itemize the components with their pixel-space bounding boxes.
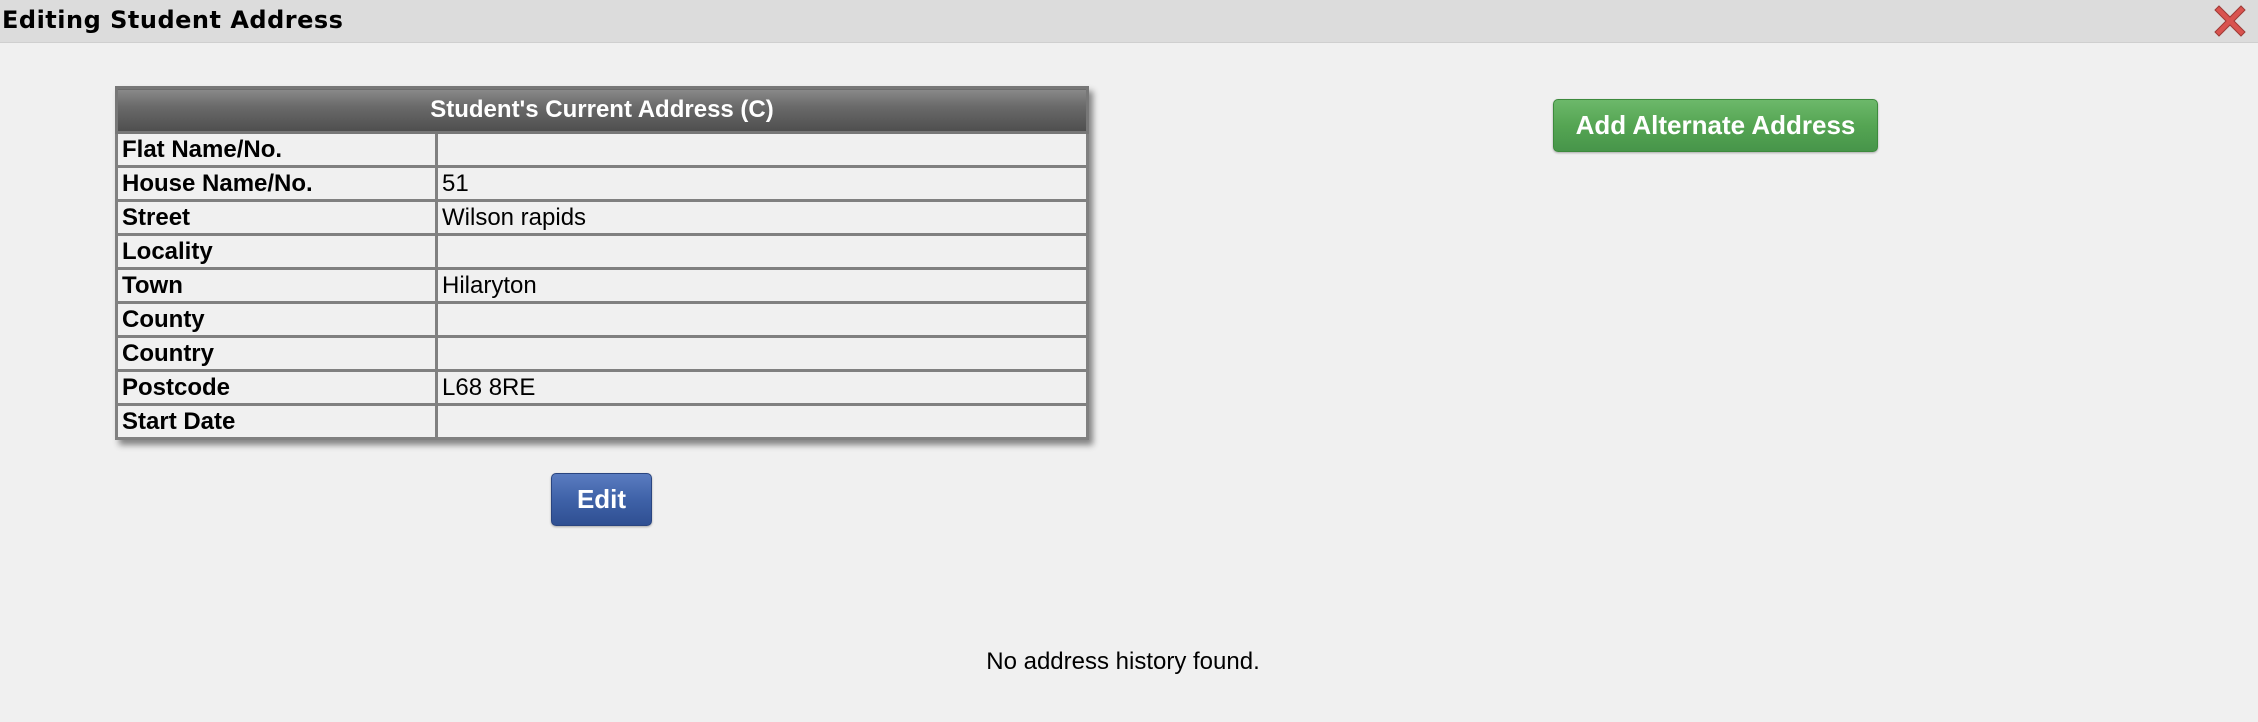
row-label: Town <box>115 267 438 304</box>
table-row: Street Wilson rapids <box>115 199 1089 236</box>
table-row: Flat Name/No. <box>115 131 1089 168</box>
row-value: 51 <box>435 165 1089 202</box>
row-label: Locality <box>115 233 438 270</box>
row-label: Start Date <box>115 403 438 440</box>
dialog-title: Editing Student Address <box>2 6 344 34</box>
row-value <box>435 403 1089 440</box>
row-value <box>435 301 1089 338</box>
close-icon <box>2214 5 2246 37</box>
row-value: L68 8RE <box>435 369 1089 406</box>
row-label: County <box>115 301 438 338</box>
edit-button[interactable]: Edit <box>551 473 652 526</box>
table-row: House Name/No. 51 <box>115 165 1089 202</box>
row-label: Street <box>115 199 438 236</box>
table-row: County <box>115 301 1089 338</box>
table-row: Locality <box>115 233 1089 270</box>
row-value: Wilson rapids <box>435 199 1089 236</box>
table-row: Start Date <box>115 403 1089 440</box>
row-label: House Name/No. <box>115 165 438 202</box>
row-value <box>435 131 1089 168</box>
add-alternate-address-button[interactable]: Add Alternate Address <box>1553 99 1878 152</box>
table-row: Country <box>115 335 1089 372</box>
row-value <box>435 233 1089 270</box>
row-label: Postcode <box>115 369 438 406</box>
table-row: Town Hilaryton <box>115 267 1089 304</box>
row-label: Flat Name/No. <box>115 131 438 168</box>
current-address-header: Student's Current Address (C) <box>115 86 1089 134</box>
row-value: Hilaryton <box>435 267 1089 304</box>
address-history-message: No address history found. <box>986 648 1260 675</box>
row-value <box>435 335 1089 372</box>
close-button[interactable] <box>2212 2 2248 38</box>
dialog-titlebar: Editing Student Address <box>0 0 2258 43</box>
current-address-table: Student's Current Address (C) Flat Name/… <box>115 86 1089 440</box>
row-label: Country <box>115 335 438 372</box>
table-row: Postcode L68 8RE <box>115 369 1089 406</box>
